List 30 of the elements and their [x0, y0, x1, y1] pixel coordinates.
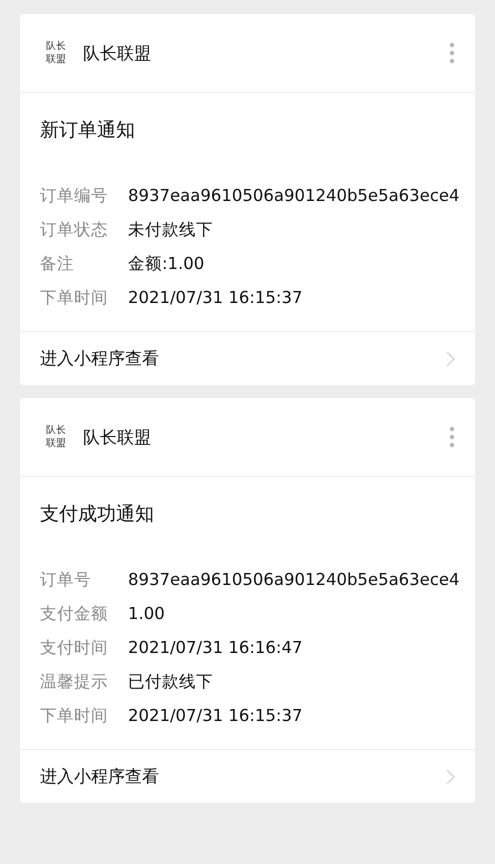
message-title: 新订单通知: [39, 118, 136, 143]
field-label: 订单编号: [40, 185, 109, 207]
field-value: 1.00: [128, 603, 166, 625]
field-label: 温馨提示: [40, 671, 109, 693]
field-label: 下单时间: [40, 705, 109, 727]
brand-logo: 队长联盟: [46, 40, 66, 66]
more-icon[interactable]: [449, 42, 455, 64]
chevron-right-icon: [446, 768, 455, 784]
more-icon[interactable]: [449, 426, 455, 448]
field-value: 8937eaa9610506a901240b5e5a63ece4: [128, 569, 461, 591]
field-value: 2021/07/31 16:16:47: [128, 637, 304, 659]
field-value: 2021/07/31 16:15:37: [128, 705, 304, 727]
field-label: 订单状态: [40, 219, 109, 241]
chevron-right-icon: [446, 350, 455, 366]
message-title: 支付成功通知: [39, 502, 155, 527]
open-mini-program-link[interactable]: 进入小程序查看: [20, 331, 475, 385]
open-mini-program-link[interactable]: 进入小程序查看: [20, 749, 475, 803]
field-value: 金额:1.00: [128, 253, 206, 275]
account-name: 队长联盟: [83, 42, 152, 64]
field-value: 未付款线下: [128, 219, 214, 241]
field-label: 订单号: [40, 569, 92, 591]
field-label: 备注: [40, 253, 75, 275]
field-label: 支付时间: [40, 637, 109, 659]
field-value: 已付款线下: [128, 671, 214, 693]
field-value: 2021/07/31 16:15:37: [128, 287, 304, 309]
field-value: 8937eaa9610506a901240b5e5a63ece4: [128, 185, 461, 207]
account-name: 队长联盟: [83, 426, 152, 448]
field-label: 支付金额: [40, 603, 109, 625]
brand-logo: 队长联盟: [46, 424, 66, 450]
field-label: 下单时间: [40, 287, 109, 309]
